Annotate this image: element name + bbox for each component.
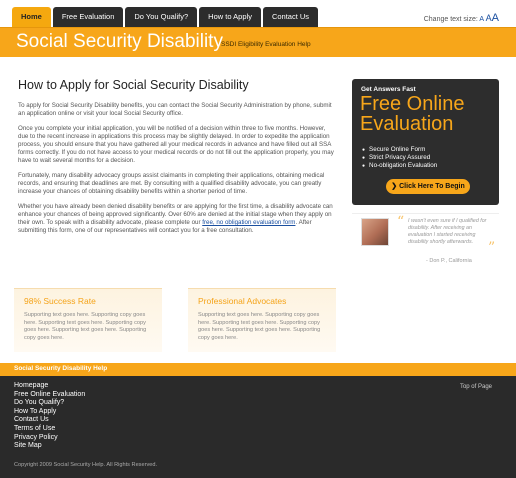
testimonial-avatar bbox=[361, 218, 389, 246]
text-size-label: Change text size: bbox=[423, 16, 478, 23]
close-quote-icon: ” bbox=[488, 240, 496, 256]
main-content: How to Apply for Social Security Disabil… bbox=[18, 78, 336, 242]
evaluation-form-link[interactable]: free, no obligation evaluation form bbox=[202, 219, 295, 226]
footer: Homepage Free Online Evaluation Do You Q… bbox=[0, 376, 516, 478]
tab-do-you-qualify[interactable]: Do You Qualify? bbox=[125, 7, 198, 27]
cta-bullet-list: Secure Online Form Strict Privacy Assure… bbox=[362, 146, 437, 170]
cta-bullet: No-obligation Evaluation bbox=[362, 162, 437, 170]
site-title[interactable]: Social Security Disability bbox=[16, 31, 223, 53]
top-nav: Home Free Evaluation Do You Qualify? How… bbox=[12, 7, 320, 27]
begin-button-label: Click Here To Begin bbox=[399, 183, 465, 190]
footer-link-privacy[interactable]: Privacy Policy bbox=[14, 434, 85, 443]
page-title: How to Apply for Social Security Disabil… bbox=[18, 78, 249, 92]
site-banner: Social Security Disability SSDI Eligibil… bbox=[0, 27, 516, 57]
footer-link-homepage[interactable]: Homepage bbox=[14, 382, 85, 391]
testimonial: “ I wasn't even sure if I qualified for … bbox=[352, 213, 499, 271]
footer-link-contact-us[interactable]: Contact Us bbox=[14, 416, 85, 425]
tab-free-evaluation[interactable]: Free Evaluation bbox=[52, 7, 124, 27]
site-subtitle: SSDI Eligibility Evaluation Help bbox=[221, 41, 311, 48]
paragraph-timeline: Once you complete your initial applicati… bbox=[18, 125, 334, 164]
promo-body: Supporting text goes here. Supporting co… bbox=[24, 312, 147, 341]
tab-how-to-apply[interactable]: How to Apply bbox=[199, 7, 261, 27]
text-size-control: Change text size: A AA bbox=[424, 12, 499, 24]
footer-link-how-to-apply[interactable]: How To Apply bbox=[14, 408, 85, 417]
promo-body: Supporting text goes here. Supporting co… bbox=[198, 312, 321, 341]
testimonial-quote: I wasn't even sure if I qualified for di… bbox=[408, 218, 487, 245]
paragraph-intro: To apply for Social Security Disability … bbox=[18, 102, 332, 117]
footer-link-free-evaluation[interactable]: Free Online Evaluation bbox=[14, 391, 85, 400]
top-of-page-link[interactable]: Top of Page bbox=[460, 384, 492, 390]
tab-contact-us[interactable]: Contact Us bbox=[262, 7, 319, 27]
evaluation-cta-box: Get Answers Fast Free Online Evaluation … bbox=[352, 79, 499, 205]
footer-link-terms[interactable]: Terms of Use bbox=[14, 425, 85, 434]
footer-title-bar: Social Security Disability Help bbox=[0, 363, 516, 376]
copyright: Copyright 2009 Social Security Help. All… bbox=[14, 462, 158, 468]
cta-kicker: Get Answers Fast bbox=[361, 86, 416, 93]
tab-home[interactable]: Home bbox=[12, 7, 51, 27]
footer-title: Social Security Disability Help bbox=[14, 365, 108, 372]
promo-title: Professional Advocates bbox=[198, 296, 287, 306]
text-size-small[interactable]: A bbox=[479, 16, 483, 23]
cta-bullet: Secure Online Form bbox=[362, 146, 437, 154]
footer-link-sitemap[interactable]: Site Map bbox=[14, 442, 85, 451]
paragraph-contact: Whether you have already been denied dis… bbox=[18, 203, 336, 235]
paragraph-advocacy: Fortunately, many disability advocacy gr… bbox=[18, 172, 325, 195]
text-size-large[interactable]: A bbox=[492, 12, 499, 24]
open-quote-icon: “ bbox=[397, 214, 405, 230]
begin-evaluation-button[interactable]: ❯ Click Here To Begin bbox=[386, 179, 470, 194]
promo-success-rate: 98% Success Rate Supporting text goes he… bbox=[14, 288, 162, 352]
promo-title: 98% Success Rate bbox=[24, 296, 96, 306]
cta-bullet: Strict Privacy Assured bbox=[362, 154, 437, 162]
promo-row: 98% Success Rate Supporting text goes he… bbox=[14, 288, 338, 352]
testimonial-author: - Don P., California bbox=[426, 258, 472, 264]
footer-link-do-you-qualify[interactable]: Do You Qualify? bbox=[14, 399, 85, 408]
footer-links: Homepage Free Online Evaluation Do You Q… bbox=[14, 382, 85, 451]
promo-professional-advocates: Professional Advocates Supporting text g… bbox=[188, 288, 336, 352]
chevron-right-icon: ❯ bbox=[391, 183, 398, 190]
cta-headline: Free Online Evaluation bbox=[360, 93, 465, 135]
